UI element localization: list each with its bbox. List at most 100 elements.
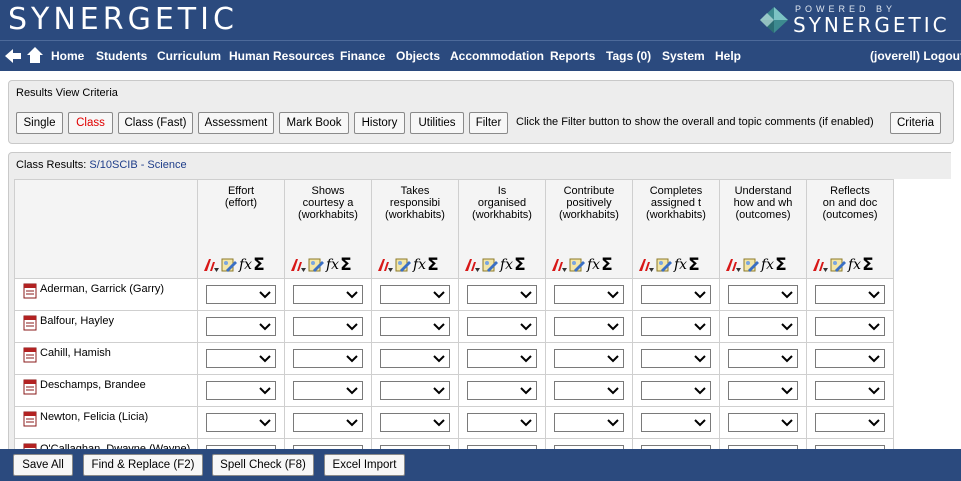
student-name[interactable]: Balfour, Hayley bbox=[40, 315, 114, 327]
assessment-button[interactable]: Assessment bbox=[198, 112, 274, 134]
sum-sigma-icon[interactable]: Σ bbox=[253, 255, 265, 275]
sum-sigma-icon[interactable]: Σ bbox=[427, 255, 439, 275]
nav-reports[interactable]: Reports bbox=[550, 49, 595, 63]
result-select[interactable] bbox=[380, 413, 450, 432]
formula-fx-icon[interactable]: fx bbox=[413, 257, 426, 273]
page-scrollbar[interactable] bbox=[951, 150, 961, 449]
nav-accommodation[interactable]: Accommodation bbox=[450, 49, 544, 63]
result-select[interactable] bbox=[728, 317, 798, 336]
result-select[interactable] bbox=[467, 381, 537, 400]
result-select[interactable] bbox=[554, 381, 624, 400]
result-select[interactable] bbox=[380, 317, 450, 336]
formula-fx-icon[interactable]: fx bbox=[674, 257, 687, 273]
save-all-button[interactable]: Save All bbox=[13, 454, 73, 476]
clear-column-icon[interactable] bbox=[550, 256, 568, 274]
nav-tags[interactable]: Tags (0) bbox=[606, 49, 651, 63]
spell-check-button[interactable]: Spell Check (F8) bbox=[212, 454, 314, 476]
result-select[interactable] bbox=[554, 285, 624, 304]
clear-column-icon[interactable] bbox=[289, 256, 307, 274]
formula-fx-icon[interactable]: fx bbox=[587, 257, 600, 273]
result-select[interactable] bbox=[467, 285, 537, 304]
result-select[interactable] bbox=[380, 285, 450, 304]
result-select[interactable] bbox=[641, 349, 711, 368]
nav-curriculum[interactable]: Curriculum bbox=[157, 49, 221, 63]
result-select[interactable] bbox=[641, 285, 711, 304]
result-select[interactable] bbox=[467, 317, 537, 336]
result-select[interactable] bbox=[293, 349, 363, 368]
result-select[interactable] bbox=[467, 349, 537, 368]
utilities-button[interactable]: Utilities bbox=[410, 112, 464, 134]
result-select[interactable] bbox=[641, 317, 711, 336]
sum-sigma-icon[interactable]: Σ bbox=[340, 255, 352, 275]
result-select[interactable] bbox=[380, 349, 450, 368]
filter-button[interactable]: Filter bbox=[469, 112, 508, 134]
result-select[interactable] bbox=[206, 317, 276, 336]
student-report-icon[interactable] bbox=[23, 411, 38, 427]
result-select[interactable] bbox=[206, 349, 276, 368]
edit-column-icon[interactable] bbox=[568, 256, 586, 274]
result-select[interactable] bbox=[554, 317, 624, 336]
result-select[interactable] bbox=[728, 285, 798, 304]
result-select[interactable] bbox=[293, 381, 363, 400]
formula-fx-icon[interactable]: fx bbox=[326, 257, 339, 273]
result-select[interactable] bbox=[815, 285, 885, 304]
excel-import-button[interactable]: Excel Import bbox=[324, 454, 405, 476]
result-select[interactable] bbox=[728, 413, 798, 432]
formula-fx-icon[interactable]: fx bbox=[500, 257, 513, 273]
clear-column-icon[interactable] bbox=[463, 256, 481, 274]
result-select[interactable] bbox=[815, 381, 885, 400]
student-name[interactable]: Newton, Felicia (Licia) bbox=[40, 411, 148, 423]
sum-sigma-icon[interactable]: Σ bbox=[862, 255, 874, 275]
student-report-icon[interactable] bbox=[23, 379, 38, 395]
edit-column-icon[interactable] bbox=[655, 256, 673, 274]
result-select[interactable] bbox=[206, 381, 276, 400]
result-select[interactable] bbox=[467, 413, 537, 432]
criteria-button[interactable]: Criteria bbox=[890, 112, 941, 134]
edit-column-icon[interactable] bbox=[307, 256, 325, 274]
nav-home[interactable]: Home bbox=[51, 49, 84, 63]
class-link[interactable]: S/10SCIB - Science bbox=[89, 159, 186, 171]
clear-column-icon[interactable] bbox=[724, 256, 742, 274]
home-icon[interactable] bbox=[26, 46, 44, 64]
result-select[interactable] bbox=[641, 381, 711, 400]
student-name[interactable]: Deschamps, Brandee bbox=[40, 379, 146, 391]
nav-objects[interactable]: Objects bbox=[396, 49, 440, 63]
result-select[interactable] bbox=[641, 413, 711, 432]
result-select[interactable] bbox=[728, 381, 798, 400]
sum-sigma-icon[interactable]: Σ bbox=[688, 255, 700, 275]
clear-column-icon[interactable] bbox=[202, 256, 220, 274]
result-select[interactable] bbox=[380, 381, 450, 400]
edit-column-icon[interactable] bbox=[481, 256, 499, 274]
result-select[interactable] bbox=[293, 317, 363, 336]
result-select[interactable] bbox=[815, 413, 885, 432]
result-select[interactable] bbox=[815, 317, 885, 336]
result-select[interactable] bbox=[554, 413, 624, 432]
nav-finance[interactable]: Finance bbox=[340, 49, 385, 63]
student-report-icon[interactable] bbox=[23, 347, 38, 363]
edit-column-icon[interactable] bbox=[742, 256, 760, 274]
class-button[interactable]: Class bbox=[68, 112, 113, 134]
nav-help[interactable]: Help bbox=[715, 49, 741, 63]
class-fast-button[interactable]: Class (Fast) bbox=[118, 112, 193, 134]
formula-fx-icon[interactable]: fx bbox=[761, 257, 774, 273]
edit-column-icon[interactable] bbox=[829, 256, 847, 274]
history-button[interactable]: History bbox=[354, 112, 405, 134]
single-button[interactable]: Single bbox=[16, 112, 63, 134]
formula-fx-icon[interactable]: fx bbox=[848, 257, 861, 273]
nav-system[interactable]: System bbox=[662, 49, 705, 63]
student-report-icon[interactable] bbox=[23, 283, 38, 299]
result-select[interactable] bbox=[206, 285, 276, 304]
result-select[interactable] bbox=[293, 285, 363, 304]
sum-sigma-icon[interactable]: Σ bbox=[514, 255, 526, 275]
result-select[interactable] bbox=[206, 413, 276, 432]
clear-column-icon[interactable] bbox=[376, 256, 394, 274]
nav-human-resources[interactable]: Human Resources bbox=[229, 49, 334, 63]
edit-column-icon[interactable] bbox=[220, 256, 238, 274]
sum-sigma-icon[interactable]: Σ bbox=[775, 255, 787, 275]
student-report-icon[interactable] bbox=[23, 315, 38, 331]
result-select[interactable] bbox=[554, 349, 624, 368]
mark-book-button[interactable]: Mark Book bbox=[279, 112, 349, 134]
nav-students[interactable]: Students bbox=[96, 49, 147, 63]
result-select[interactable] bbox=[728, 349, 798, 368]
sum-sigma-icon[interactable]: Σ bbox=[601, 255, 613, 275]
